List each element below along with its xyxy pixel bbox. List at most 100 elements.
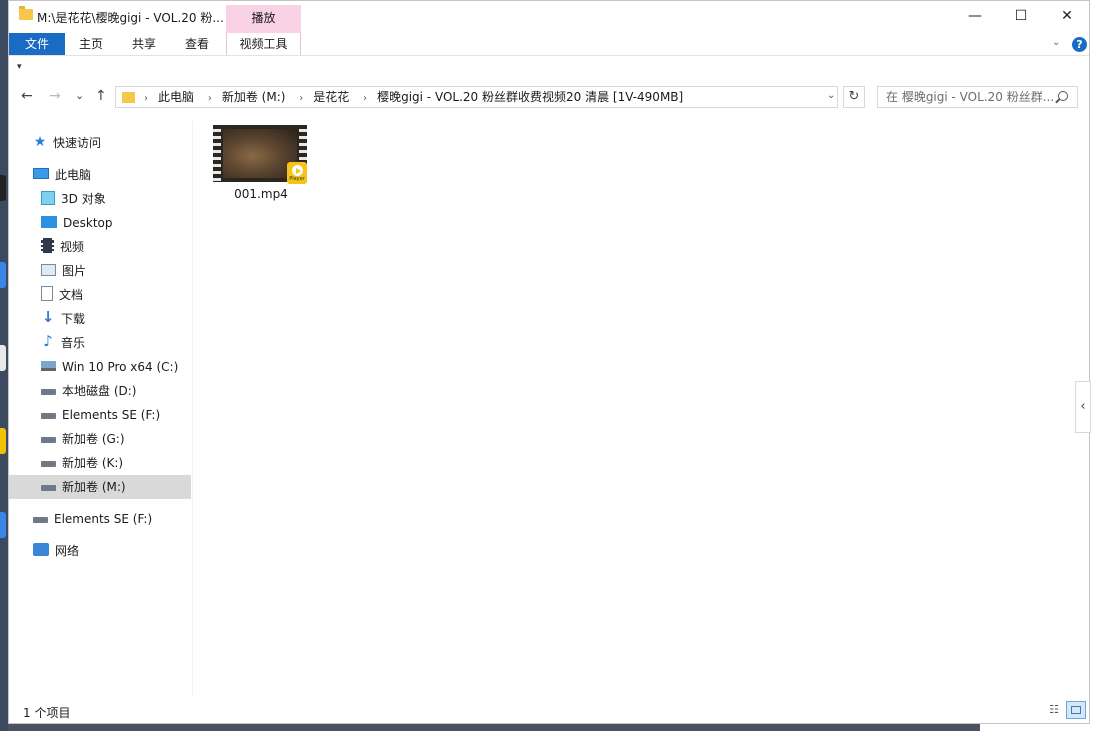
breadcrumb-current-folder[interactable]: 樱晚gigi - VOL.20 粉丝群收费视频20 清晨 [1V-490MB] bbox=[377, 90, 683, 104]
sidebar-item-label: Elements SE (F:) bbox=[62, 408, 161, 422]
folder-icon bbox=[19, 6, 33, 20]
sidebar-item-desktop[interactable]: Desktop bbox=[41, 211, 113, 235]
file-item[interactable]: Player 001.mp4 bbox=[213, 125, 309, 205]
sidebar-item-external-drive-f[interactable]: Elements SE (F:) bbox=[33, 507, 152, 531]
player-app-icon: Player bbox=[287, 162, 307, 184]
file-explorer-window: M:\是花花\樱晚gigi - VOL.20 粉... 播放 — ☐ ✕ 文件 … bbox=[8, 0, 1091, 724]
background-window-edge bbox=[980, 724, 1090, 731]
sidebar-item-label: 图片 bbox=[62, 264, 87, 278]
sidebar-item-music[interactable]: ♪ 音乐 bbox=[41, 331, 85, 355]
address-bar[interactable]: › 此电脑 › 新加卷 (M:) › 是花花 › 樱晚gigi - VOL.20 粉丝群… bbox=[115, 86, 838, 108]
sidebar-item-pictures[interactable]: 图片 bbox=[41, 259, 86, 283]
network-icon bbox=[33, 543, 49, 556]
maximize-button[interactable]: ☐ bbox=[998, 1, 1044, 33]
breadcrumb-separator[interactable]: › bbox=[299, 93, 303, 104]
item-count: 1 个项目 bbox=[23, 706, 71, 720]
tab-view[interactable]: 查看 bbox=[172, 33, 222, 55]
window-title: M:\是花花\樱晚gigi - VOL.20 粉... bbox=[37, 11, 224, 25]
sidebar-item-this-pc[interactable]: 此电脑 bbox=[33, 163, 91, 187]
sidebar-item-label: 新加卷 (K:) bbox=[62, 456, 124, 470]
status-bar: 1 个项目 ☷ bbox=[9, 699, 1089, 723]
search-icon[interactable] bbox=[1058, 91, 1068, 101]
drive-icon bbox=[41, 484, 56, 491]
breadcrumb-drive-m[interactable]: 新加卷 (M:) bbox=[222, 90, 286, 104]
title-bar[interactable]: M:\是花花\樱晚gigi - VOL.20 粉... 播放 — ☐ ✕ bbox=[9, 1, 1089, 33]
minimize-button[interactable]: — bbox=[952, 1, 998, 33]
videos-icon bbox=[41, 238, 54, 253]
breadcrumb-separator[interactable]: › bbox=[363, 93, 367, 104]
sidebar-item-drive-f[interactable]: Elements SE (F:) bbox=[41, 403, 160, 427]
refresh-button[interactable]: ↻ bbox=[843, 86, 865, 108]
desktop-icon-fragment bbox=[0, 175, 6, 201]
sidebar-item-quick-access[interactable]: ★ 快速访问 bbox=[33, 131, 101, 155]
desktop-icon bbox=[41, 215, 57, 228]
tab-home[interactable]: 主页 bbox=[68, 33, 114, 55]
sidebar-item-label: 此电脑 bbox=[55, 168, 92, 182]
sidebar-item-label: Win 10 Pro x64 (C:) bbox=[62, 360, 179, 374]
sidebar-item-drive-g[interactable]: 新加卷 (G:) bbox=[41, 427, 125, 451]
breadcrumb-separator[interactable]: › bbox=[208, 93, 212, 104]
tab-file[interactable]: 文件 bbox=[9, 33, 65, 55]
breadcrumb-folder[interactable]: 是花花 bbox=[313, 90, 349, 104]
thumbnail-image bbox=[223, 129, 297, 178]
breadcrumb-separator[interactable]: › bbox=[144, 93, 148, 104]
details-view-icon[interactable]: ☷ bbox=[1045, 702, 1063, 718]
forward-button[interactable]: → bbox=[49, 88, 61, 104]
help-icon[interactable]: ? bbox=[1072, 37, 1087, 52]
sidebar-item-label: 3D 对象 bbox=[61, 192, 106, 206]
desktop-icon-fragment bbox=[0, 428, 6, 454]
sidebar-item-3d-objects[interactable]: 3D 对象 bbox=[41, 187, 106, 211]
computer-icon bbox=[33, 168, 49, 179]
documents-icon bbox=[41, 286, 53, 301]
customize-toolbar-icon[interactable]: ▾ bbox=[17, 62, 22, 72]
close-button[interactable]: ✕ bbox=[1044, 1, 1090, 33]
sidebar-item-label: 新加卷 (G:) bbox=[62, 432, 125, 446]
star-icon: ★ bbox=[33, 133, 47, 150]
sidebar-item-label: Elements SE (F:) bbox=[54, 512, 153, 526]
sidebar-item-drive-m[interactable]: 新加卷 (M:) bbox=[9, 475, 191, 499]
breadcrumb-this-pc[interactable]: 此电脑 bbox=[158, 90, 194, 104]
quick-access-toolbar: ▾ bbox=[9, 55, 1089, 82]
recent-locations-button[interactable]: ⌄ bbox=[75, 89, 84, 102]
context-tab-header: 播放 bbox=[226, 5, 301, 33]
tab-video-tools[interactable]: 视频工具 bbox=[226, 33, 301, 55]
navigation-pane: ★ 快速访问 此电脑 3D 对象 Desktop 视频 图片 文档 ↓ 下载 ♪ 音乐… bbox=[9, 121, 193, 696]
file-list[interactable]: Player 001.mp4 bbox=[193, 113, 1089, 696]
sidebar-item-label: 本地磁盘 (D:) bbox=[62, 384, 137, 398]
desktop-left-edge bbox=[0, 0, 8, 731]
desktop-bottom-edge bbox=[8, 724, 1090, 731]
large-icons-view-icon[interactable] bbox=[1066, 701, 1086, 719]
drive-icon bbox=[41, 436, 56, 443]
desktop-icon-fragment bbox=[0, 262, 6, 288]
up-button[interactable]: ↑ bbox=[95, 88, 107, 104]
drive-icon bbox=[41, 388, 56, 395]
sidebar-item-label: 视频 bbox=[60, 240, 85, 254]
pictures-icon bbox=[41, 263, 56, 276]
navigation-bar: ← → ⌄ ↑ › 此电脑 › 新加卷 (M:) › 是花花 › 樱晚gigi - VO… bbox=[9, 83, 1089, 113]
drive-icon bbox=[41, 460, 56, 467]
sidebar-item-label: 快速访问 bbox=[53, 136, 102, 150]
sidebar-item-drive-c[interactable]: Win 10 Pro x64 (C:) bbox=[41, 355, 178, 379]
tab-share[interactable]: 共享 bbox=[119, 33, 169, 55]
background-window-edge bbox=[1090, 0, 1098, 731]
breadcrumb: › 此电脑 › 新加卷 (M:) › 是花花 › 樱晚gigi - VOL.20 粉丝群… bbox=[144, 87, 693, 107]
search-box[interactable]: 在 樱晚gigi - VOL.20 粉丝群... bbox=[877, 86, 1078, 108]
sidebar-item-documents[interactable]: 文档 bbox=[41, 283, 83, 307]
ribbon-expand-icon[interactable]: ⌄ bbox=[1052, 37, 1060, 48]
sidebar-item-videos[interactable]: 视频 bbox=[41, 235, 84, 259]
sidebar-item-network[interactable]: 网络 bbox=[33, 539, 79, 563]
sidebar-item-downloads[interactable]: ↓ 下载 bbox=[41, 307, 85, 331]
drive-icon bbox=[41, 412, 56, 419]
desktop-icon-fragment bbox=[0, 345, 6, 371]
search-input[interactable]: 在 樱晚gigi - VOL.20 粉丝群... bbox=[886, 87, 1054, 107]
back-button[interactable]: ← bbox=[21, 88, 33, 104]
sidebar-item-label: 网络 bbox=[55, 544, 80, 558]
sidebar-item-drive-k[interactable]: 新加卷 (K:) bbox=[41, 451, 123, 475]
sidebar-item-label: 文档 bbox=[59, 288, 84, 302]
preview-pane-toggle-icon[interactable]: ‹ bbox=[1075, 381, 1091, 433]
address-dropdown-icon[interactable]: ⌄ bbox=[827, 90, 835, 101]
3d-objects-icon bbox=[41, 190, 55, 205]
sidebar-item-drive-d[interactable]: 本地磁盘 (D:) bbox=[41, 379, 136, 403]
downloads-icon: ↓ bbox=[41, 308, 55, 326]
desktop-icon-fragment bbox=[0, 512, 6, 538]
